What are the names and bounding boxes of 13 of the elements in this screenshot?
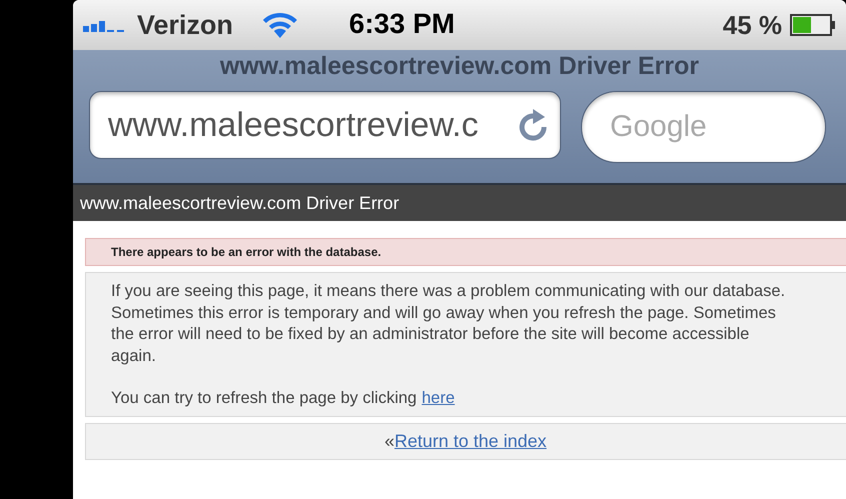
error-message: If you are seeing this page, it means there was a problem communicating with our database. Sometimes this error is temporary and will go away when you refresh the page. Sometimes the error will need to be fixed by an administrator before the site will become accessible again. — [111, 281, 786, 366]
carrier-name: Verizon — [137, 10, 234, 40]
refresh-text: You can try to refresh the page by clicking — [111, 388, 417, 409]
back-mark: « — [384, 430, 394, 452]
clock-time: 6:33 PM — [349, 8, 455, 40]
page-title: www.maleescortreview.com Driver Error — [220, 52, 699, 81]
wifi-icon — [261, 11, 300, 39]
page-header: www.maleescortreview.com Driver Error — [73, 183, 846, 221]
error-alert: There appears to be an error with the database. — [85, 238, 846, 266]
index-link[interactable]: Return to the index — [394, 430, 547, 452]
battery-icon — [790, 14, 836, 36]
refresh-link[interactable]: here — [422, 388, 455, 410]
battery-percent: 45 % — [722, 10, 782, 40]
